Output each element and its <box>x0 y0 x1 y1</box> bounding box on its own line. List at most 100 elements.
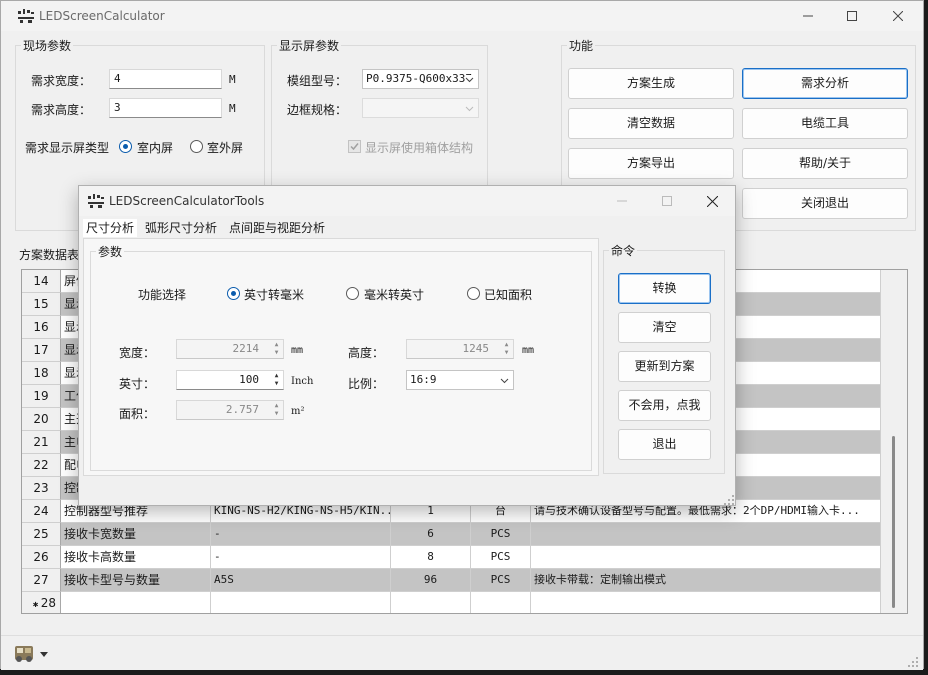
quantity-cell[interactable]: 8 <box>391 546 471 569</box>
area-input[interactable]: 2.757 ▲ ▼ <box>176 400 284 420</box>
row-number-cell: 26 <box>22 546 61 569</box>
spec-cell[interactable]: A5S <box>211 569 391 592</box>
maximize-icon <box>847 11 857 21</box>
item-name-cell[interactable]: 接收卡宽数量 <box>61 523 211 546</box>
spec-cell[interactable] <box>211 592 391 613</box>
commands-title: 命令 <box>609 242 638 259</box>
resize-grip-icon[interactable] <box>723 494 735 506</box>
width-input[interactable]: 4 <box>109 69 222 89</box>
row-number-cell: 27 <box>22 569 61 592</box>
mm-to-inch-label: 毫米转英寸 <box>364 288 425 302</box>
help-about-button[interactable]: 帮助/关于 <box>742 148 908 179</box>
row-number-cell: ✱ 28 <box>22 592 61 613</box>
ratio-label: 比例： <box>348 377 385 391</box>
table-row[interactable]: ✱ 28 <box>22 592 882 613</box>
tab-size-analysis[interactable]: 尺寸分析 <box>83 219 138 237</box>
indoor-label: 室内屏 <box>137 141 174 155</box>
tools-minimize-button[interactable] <box>599 186 645 216</box>
area-spinner[interactable]: ▲ ▼ <box>272 402 281 418</box>
export-plan-button[interactable]: 方案导出 <box>568 148 734 179</box>
row-number-cell: 14 <box>22 270 61 293</box>
close-exit-button[interactable]: 关闭退出 <box>742 188 908 219</box>
cabinet-checkbox[interactable] <box>348 140 361 153</box>
plan-table-label: 方案数据表 <box>19 248 80 262</box>
update-plan-button[interactable]: 更新到方案 <box>618 351 711 382</box>
tool-height-input[interactable]: 1245 ▲ ▼ <box>406 339 514 359</box>
known-area-radio[interactable] <box>467 287 480 300</box>
main-title: LEDScreenCalculator <box>39 9 165 23</box>
quantity-cell[interactable] <box>391 592 471 613</box>
tools-close-button[interactable] <box>689 186 735 216</box>
inch-label: 英寸： <box>119 377 156 391</box>
item-name-cell[interactable] <box>61 592 211 613</box>
ratio-combo[interactable]: 16:9 <box>406 370 514 390</box>
table-row[interactable]: 26 接收卡高数量 -8 PCS <box>22 546 882 569</box>
tool-width-input[interactable]: 2214 ▲ ▼ <box>176 339 284 359</box>
row-number-cell: 16 <box>22 316 61 339</box>
tool-width-value: 2214 <box>232 342 260 355</box>
new-row-icon: ✱ <box>32 601 41 609</box>
main-titlebar: LEDScreenCalculator <box>1 1 923 31</box>
dropdown-arrow-icon[interactable] <box>40 652 48 658</box>
tools-maximize-button[interactable] <box>644 186 690 216</box>
cable-tool-button[interactable]: 电缆工具 <box>742 108 908 139</box>
module-combo[interactable]: P0.9375-Q600x337 <box>362 69 479 89</box>
row-number-cell: 23 <box>22 477 61 500</box>
resize-grip-icon[interactable] <box>907 656 919 668</box>
outdoor-radio[interactable] <box>190 140 203 153</box>
tool-width-label: 宽度： <box>119 346 156 360</box>
frame-combo[interactable] <box>362 98 479 118</box>
quantity-cell[interactable]: 96 <box>391 569 471 592</box>
requirement-analysis-button[interactable]: 需求分析 <box>742 68 908 99</box>
inch-to-mm-radio[interactable] <box>227 287 240 300</box>
area-label: 面积： <box>119 407 156 421</box>
item-name-cell[interactable]: 接收卡高数量 <box>61 546 211 569</box>
row-number-cell: 24 <box>22 500 61 523</box>
status-bar <box>1 635 923 670</box>
tools-title: LEDScreenCalculatorTools <box>109 194 265 208</box>
spec-cell[interactable]: - <box>211 546 391 569</box>
unit-cell[interactable] <box>471 592 531 613</box>
table-row[interactable]: 25 接收卡宽数量 -6 PCS <box>22 523 882 546</box>
quantity-cell[interactable]: 6 <box>391 523 471 546</box>
note-cell[interactable] <box>531 546 881 569</box>
unit-cell[interactable]: PCS <box>471 546 531 569</box>
mm-to-inch-radio[interactable] <box>346 287 359 300</box>
indoor-radio[interactable] <box>119 140 132 153</box>
area-value: 2.757 <box>225 403 259 416</box>
height-spinner[interactable]: ▲ ▼ <box>502 341 511 357</box>
spec-cell[interactable]: - <box>211 523 391 546</box>
convert-button[interactable]: 转换 <box>618 273 711 304</box>
params-group <box>90 251 592 471</box>
close-button[interactable] <box>875 1 921 31</box>
app-menu-icon[interactable] <box>13 642 37 664</box>
generate-plan-button[interactable]: 方案生成 <box>568 68 734 99</box>
item-name-cell[interactable]: 接收卡型号与数量 <box>61 569 211 592</box>
tab-arc-size-analysis[interactable]: 弧形尺寸分析 <box>145 219 217 237</box>
width-spinner[interactable]: ▲ ▼ <box>272 341 281 357</box>
row-number-cell: 15 <box>22 293 61 316</box>
inch-spinner[interactable]: ▲ ▼ <box>272 372 281 388</box>
grid-scroll-thumb[interactable] <box>892 436 895 608</box>
tool-height-unit: mm <box>522 345 535 356</box>
inch-input[interactable]: 100 ▲ ▼ <box>176 370 284 390</box>
clear-data-button[interactable]: 清空数据 <box>568 108 734 139</box>
maximize-button[interactable] <box>829 1 875 31</box>
tools-app-icon <box>88 194 104 208</box>
grid-vertical-scrollbar[interactable] <box>881 270 907 613</box>
clear-button[interactable]: 清空 <box>618 312 711 343</box>
tab-pitch-distance-analysis[interactable]: 点间距与视距分析 <box>229 219 325 237</box>
unit-cell[interactable]: PCS <box>471 523 531 546</box>
help-me-button[interactable]: 不会用，点我 <box>618 390 711 421</box>
unit-cell[interactable]: PCS <box>471 569 531 592</box>
minimize-button[interactable] <box>785 1 831 31</box>
table-row[interactable]: 27 接收卡型号与数量 A5S 96 PCS 接收卡带载：定制输出模式 <box>22 569 882 592</box>
tool-exit-button[interactable]: 退出 <box>618 429 711 460</box>
site-params-title: 现场参数 <box>21 37 74 54</box>
note-cell[interactable] <box>531 592 881 613</box>
note-cell[interactable]: 接收卡带载：定制输出模式 <box>531 569 881 592</box>
row-number-cell: 18 <box>22 362 61 385</box>
height-input[interactable]: 3 <box>109 98 222 118</box>
minimize-icon <box>617 200 627 202</box>
note-cell[interactable] <box>531 523 881 546</box>
